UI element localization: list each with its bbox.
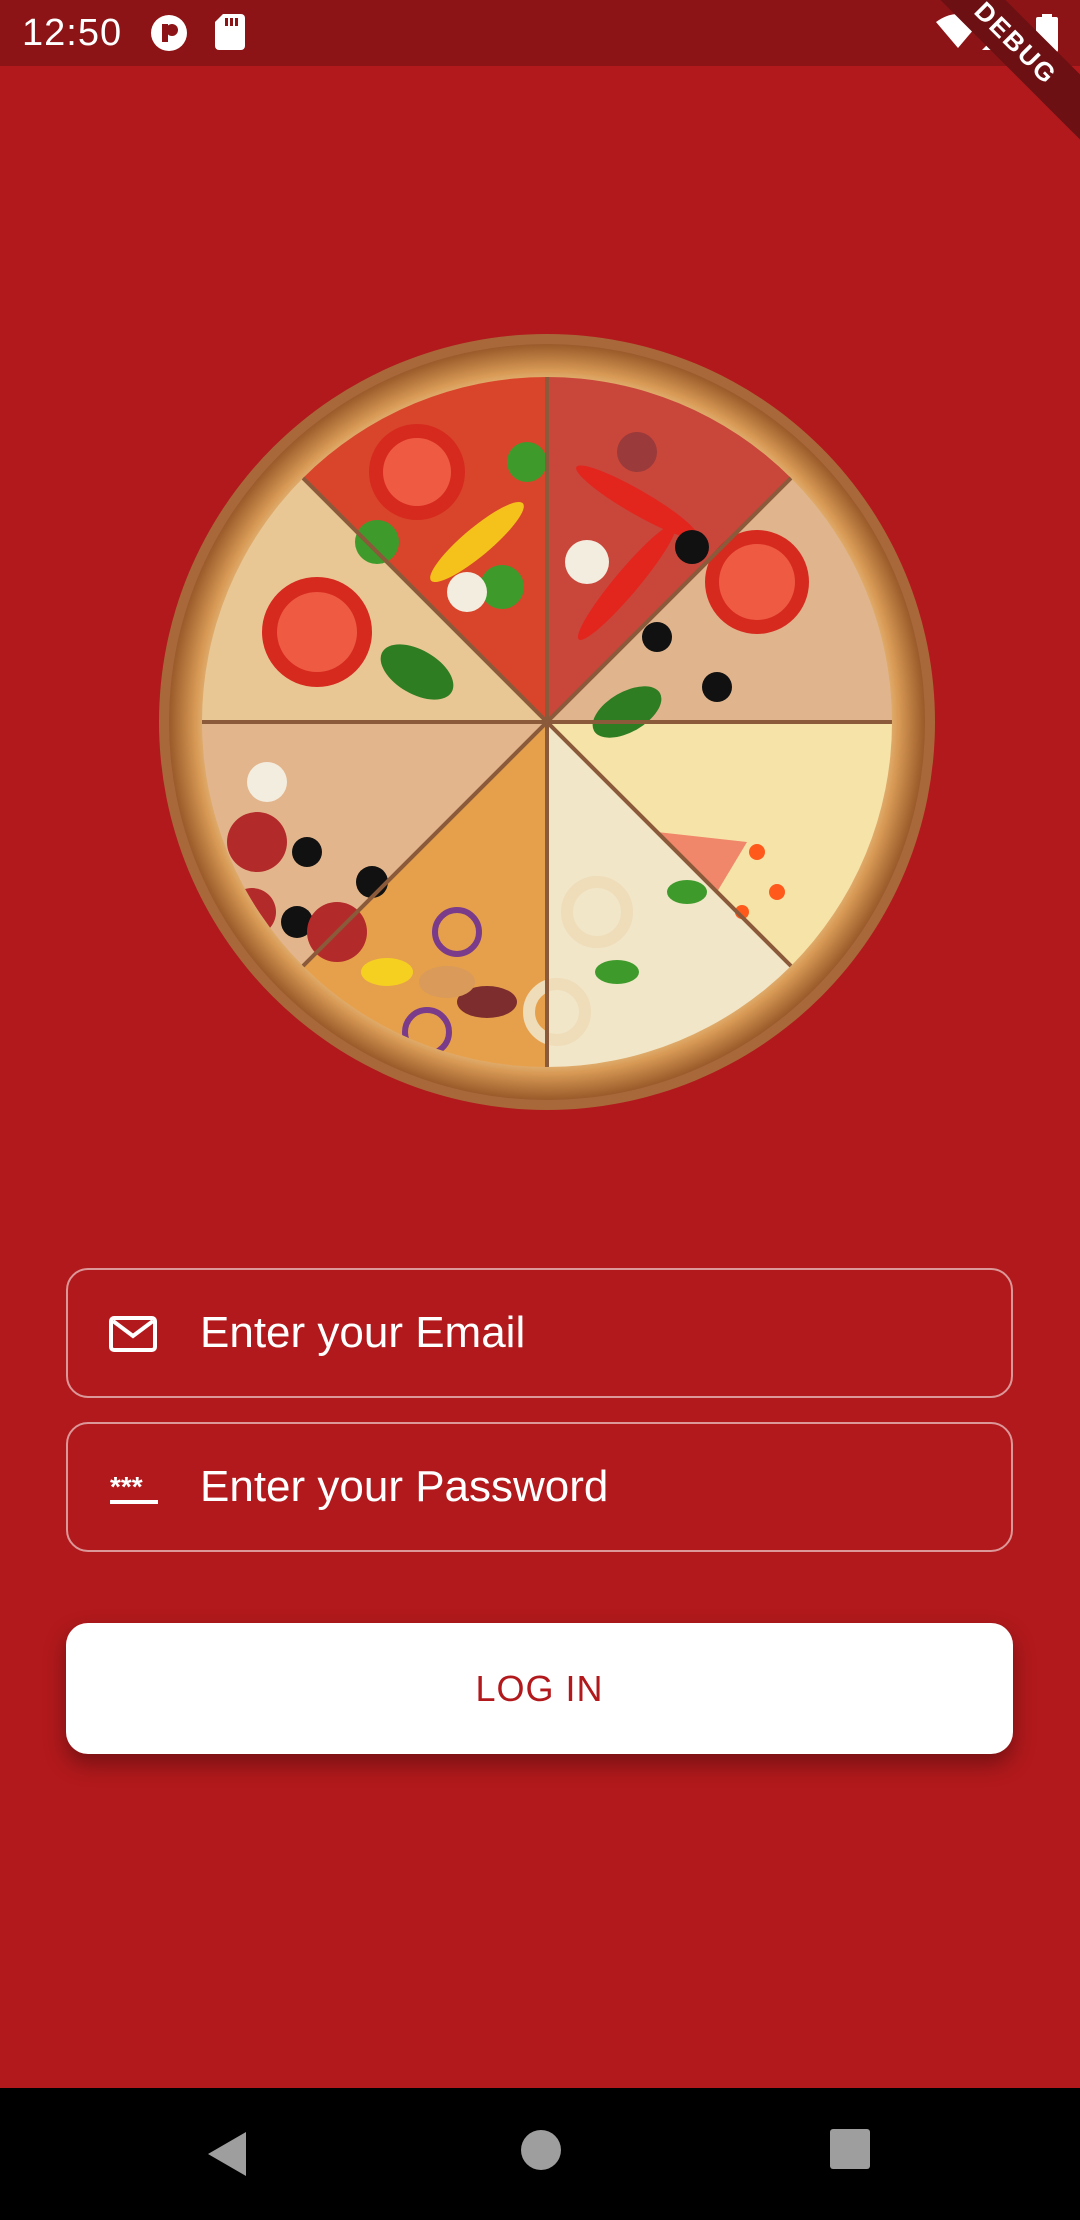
mail-icon (109, 1316, 157, 1352)
sd-card-icon (215, 14, 245, 50)
back-icon[interactable] (202, 2128, 250, 2180)
status-time: 12:50 (22, 12, 123, 54)
email-input[interactable]: Enter your Email (200, 1270, 525, 1396)
recents-icon[interactable] (829, 2128, 871, 2170)
app-notification-icon (151, 15, 187, 51)
email-field[interactable]: Enter your Email (66, 1268, 1013, 1398)
status-bar: 12:50 DEBUG (0, 0, 1080, 152)
svg-text:***: *** (110, 1471, 143, 1502)
home-icon[interactable] (519, 2128, 563, 2172)
login-button[interactable]: LOG IN (66, 1623, 1013, 1754)
system-nav-bar (0, 2088, 1080, 2220)
password-field[interactable]: *** Enter your Password (66, 1422, 1013, 1552)
password-input[interactable]: Enter your Password (200, 1424, 608, 1550)
password-icon: *** (110, 1471, 158, 1504)
pizza-image (157, 332, 937, 1112)
